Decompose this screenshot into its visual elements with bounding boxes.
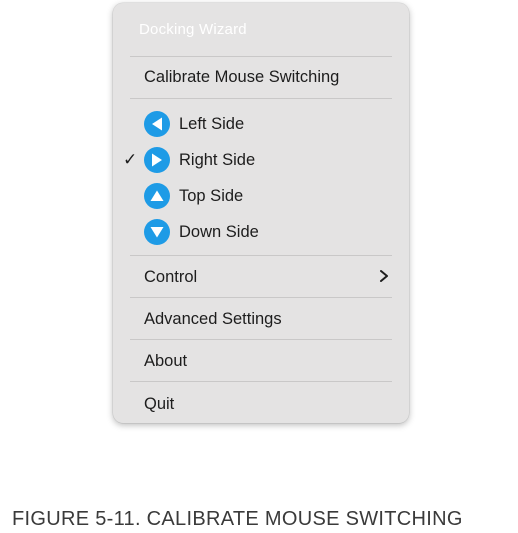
menu-item-top-side[interactable]: Top Side [130,182,392,210]
menu-item-label: Control [144,267,198,286]
menu-item-calibrate[interactable]: Calibrate Mouse Switching [130,63,392,91]
chevron-right-icon [380,270,388,282]
menu-item-advanced-settings[interactable]: Advanced Settings [130,305,392,333]
menu-item-label: Calibrate Mouse Switching [144,67,340,86]
menu-item-down-side[interactable]: Down Side [130,218,392,246]
triangle-up-icon [144,183,170,209]
context-menu: Docking Wizard Calibrate Mouse Switching… [113,3,409,423]
menu-item-label: About [144,351,188,370]
menu-item-about[interactable]: About [130,347,392,375]
menu-item-left-side[interactable]: Left Side [130,110,392,138]
triangle-down-icon [144,219,170,245]
menu-item-label: Advanced Settings [144,309,282,328]
triangle-right-icon [144,147,170,173]
menu-separator [130,339,392,340]
menu-item-label: Left Side [179,114,245,133]
menu-item-label: Right Side [179,150,256,169]
triangle-left-icon [144,111,170,137]
menu-item-label: Quit [144,394,175,413]
figure-caption: FIGURE 5-11. CALIBRATE MOUSE SWITCHING [12,508,463,530]
menu-separator [130,381,392,382]
menu-separator [130,297,392,298]
menu-title: Docking Wizard [139,21,247,38]
menu-item-label: Down Side [179,222,259,241]
menu-item-label: Top Side [179,186,244,205]
menu-separator [130,98,392,99]
checkmark-icon: ✓ [123,150,138,169]
menu-separator [130,56,392,57]
menu-item-control[interactable]: Control [130,263,392,291]
menu-separator [130,255,392,256]
menu-item-quit[interactable]: Quit [130,390,392,418]
menu-item-right-side[interactable]: ✓ Right Side [123,146,392,174]
